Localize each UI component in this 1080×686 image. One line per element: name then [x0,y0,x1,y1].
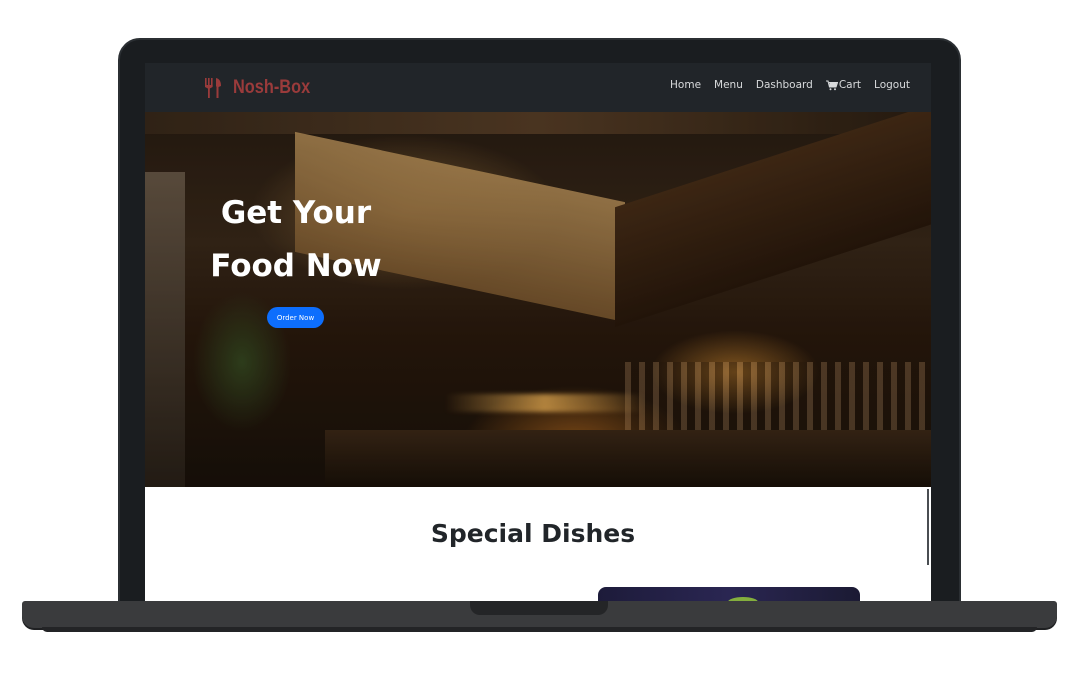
brand-name: Nosh-Box [233,77,311,98]
nav-menu[interactable]: Menu [714,79,743,91]
nav-dashboard[interactable]: Dashboard [756,79,813,91]
laptop-base-lip [42,627,1037,632]
nav-links: Home Menu Dashboard Cart Logout [670,79,910,91]
hero-title-line2: Food Now [210,248,382,284]
navbar: Nosh-Box Home Menu Dashboard Cart Logout [145,63,931,112]
nav-cart[interactable]: Cart [825,79,862,91]
nav-logout[interactable]: Logout [874,79,910,91]
laptop-notch [470,601,608,615]
brand[interactable]: Nosh-Box [203,76,323,100]
laptop-screen: Nosh-Box Home Menu Dashboard Cart Logout [145,63,931,603]
nav-home[interactable]: Home [670,79,701,91]
nav-cart-label: Cart [838,79,862,91]
scrollbar[interactable] [927,489,929,565]
fork-knife-icon [205,78,221,98]
hero-banner: Get Your Food Now Order Now [145,112,931,487]
special-dishes-title: Special Dishes [430,519,636,548]
cart-icon [825,79,838,90]
order-now-button[interactable]: Order Now [267,307,324,328]
hero-title-line1: Get Your [220,195,372,231]
hero-overlay [145,112,931,487]
hero-title: Get Your Food Now [185,187,407,293]
